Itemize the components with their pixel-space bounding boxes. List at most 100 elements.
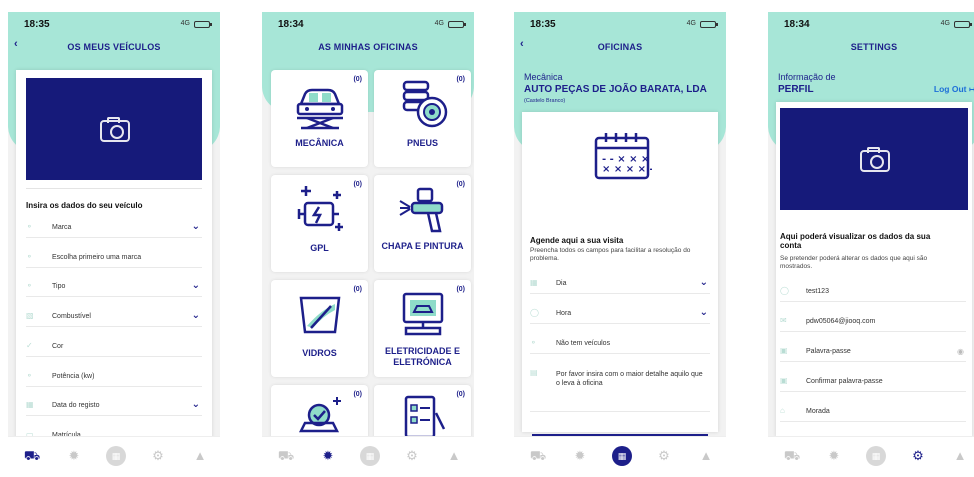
logout-label: Log Out [933, 84, 967, 94]
bell-tab-icon[interactable]: ▲ [950, 446, 970, 466]
hour-select[interactable]: ◯ Hora ⌄ [530, 304, 710, 324]
vehicle-form-card: Insira os dados do seu veículo ⚬ Marca ⌄… [16, 70, 212, 446]
workshop-tab-icon[interactable]: ▦ [612, 446, 632, 466]
workshop-tab-icon[interactable]: ▦ [360, 446, 380, 466]
tile-vidros[interactable]: (0) VIDROS [271, 280, 368, 377]
battery-icon [448, 21, 466, 28]
tile-eletricidade[interactable]: (0) ELETRICIDADE E ELETRÓNICA [374, 280, 471, 377]
registration-date-label: Data do registo [52, 402, 100, 409]
network-indicator: 4G [180, 20, 190, 27]
workshop-location: (Castelo Branco) [524, 98, 566, 104]
car-icon: ⚬ [26, 252, 33, 261]
description-placeholder: Por favor insira com o maior detalhe aqu… [556, 371, 703, 387]
power-label: Potência (kw) [52, 373, 95, 380]
profile-card: Aqui poderá visualizar os dados da sua c… [776, 102, 972, 437]
brand-select[interactable]: ⚬ Marca ⌄ [26, 218, 202, 238]
logout-button[interactable]: Log Out ↦ [934, 84, 974, 95]
form-section-title: Insira os dados do seu veículo [26, 201, 143, 210]
tab-bar: ⛟ ✹ ▦ ⚙ ▲ [768, 436, 974, 474]
calendar-illustration-icon: - - × × × × × × × - [594, 133, 652, 180]
vehicle-photo-upload[interactable] [26, 78, 202, 180]
svg-text:× × × × -: × × × × - [602, 164, 652, 175]
tile-count: (0) [353, 391, 362, 398]
tile-count: (0) [353, 76, 362, 83]
settings-tab-icon[interactable]: ⚙ [908, 446, 928, 466]
car-tab-icon[interactable]: ⛟ [782, 446, 802, 466]
description-textarea[interactable]: ▤ Por favor insira com o maior detalhe a… [530, 364, 710, 412]
vehicle-label: Não tem veículos [556, 340, 611, 347]
phone-settings: 18:34 4G SETTINGS Informação de PERFIL L… [768, 12, 974, 474]
page-title: AS MINHAS OFICINAS [318, 42, 418, 52]
tile-count: (0) [456, 286, 465, 293]
bell-tab-icon[interactable]: ▲ [696, 446, 716, 466]
settings-tab-icon[interactable]: ⚙ [654, 446, 674, 466]
registration-date-select[interactable]: ▦ Data do registo ⌄ [26, 396, 202, 416]
tile-count: (0) [353, 286, 362, 293]
address-placeholder: Morada [806, 408, 830, 415]
model-field[interactable]: ⚬ Escolha primeiro uma marca [26, 248, 202, 268]
car-tab-icon[interactable]: ⛟ [22, 446, 42, 466]
fuel-select[interactable]: ▧ Combustível ⌄ [26, 307, 202, 327]
camera-icon [100, 117, 130, 142]
car-tab-icon[interactable]: ⛟ [528, 446, 548, 466]
password-field[interactable]: ▣ Palavra-passe ◉ [780, 342, 966, 362]
tile-gpl[interactable]: (0) GPL [271, 175, 368, 272]
workshop-category: Mecânica [524, 72, 563, 82]
car-tab-icon[interactable]: ⛟ [276, 446, 296, 466]
bell-tab-icon[interactable]: ▲ [444, 446, 464, 466]
mail-icon: ✉ [780, 316, 787, 325]
status-time: 18:35 [530, 19, 556, 30]
battery-icon [954, 21, 972, 28]
tile-count: (0) [353, 181, 362, 188]
vehicle-select[interactable]: ⚬ Não tem veículos [530, 334, 710, 354]
booking-section-subtitle: Preencha todos os campos para facilitar … [530, 247, 691, 262]
fuel-icon: ▧ [26, 311, 34, 320]
address-field[interactable]: ⌂ Morada [780, 402, 966, 422]
workshop-tab-icon[interactable]: ▦ [106, 446, 126, 466]
profile-section-title: Aqui poderá visualizar os dados da sua c… [780, 232, 931, 250]
workshop-tab-icon[interactable]: ▦ [866, 446, 886, 466]
tab-bar: ⛟ ✹ ▦ ⚙ ▲ [8, 436, 220, 474]
color-field[interactable]: ✓ Cor [26, 337, 202, 357]
settings-tab-icon[interactable]: ⚙ [148, 446, 168, 466]
calendar-icon: ▦ [26, 400, 34, 409]
network-indicator: 4G [434, 20, 444, 27]
tire-tab-icon[interactable]: ✹ [64, 446, 84, 466]
tire-tab-icon[interactable]: ✹ [824, 446, 844, 466]
battery-icon [700, 21, 718, 28]
tab-bar: ⛟ ✹ ▦ ⚙ ▲ [514, 436, 726, 474]
tile-label: VIDROS [302, 348, 337, 358]
booking-section-title: Agende aqui a sua visita [530, 236, 624, 245]
day-select[interactable]: ▦ Dia ⌄ [530, 274, 710, 294]
eye-icon[interactable]: ◉ [957, 347, 964, 356]
status-time: 18:34 [278, 19, 304, 30]
tile-label: GPL [310, 243, 329, 253]
phone-my-vehicles: 18:35 4G ‹ OS MEUS VEÍCULOS Insira os da… [8, 12, 220, 474]
workshop-name: AUTO PEÇAS DE JOÃO BARATA, LDA [524, 84, 707, 95]
tile-chapa-pintura[interactable]: (0) CHAPA E PINTURA [374, 175, 471, 272]
email-value: pdw05064@jiooq.com [806, 318, 876, 325]
power-field[interactable]: ⚬ Potência (kw) [26, 367, 202, 387]
type-select[interactable]: ⚬ Tipo ⌄ [26, 277, 202, 297]
username-field[interactable]: ◯ test123 [780, 282, 966, 302]
tire-tab-icon[interactable]: ✹ [318, 446, 338, 466]
status-time: 18:35 [24, 19, 50, 30]
confirm-password-field[interactable]: ▣ Confirmar palavra-passe [780, 372, 966, 392]
profile-section-subtitle: Se pretender poderá alterar os dados que… [780, 255, 928, 270]
bell-tab-icon[interactable]: ▲ [190, 446, 210, 466]
profile-photo-upload[interactable] [780, 108, 968, 210]
car-icon: ⚬ [26, 371, 33, 380]
message-icon: ▤ [530, 368, 538, 377]
logout-icon: ↦ [968, 84, 974, 94]
tile-mecanica[interactable]: (0) MECÂNICA [271, 70, 368, 167]
calendar-icon: ▦ [530, 278, 538, 287]
profile-section-label: Informação de [778, 72, 836, 82]
tile-pneus[interactable]: (0) PNEUS [374, 70, 471, 167]
network-indicator: 4G [940, 20, 950, 27]
profile-heading: PERFIL [778, 84, 814, 95]
lock-icon: ▣ [780, 376, 788, 385]
user-icon: ◯ [780, 286, 789, 295]
tire-tab-icon[interactable]: ✹ [570, 446, 590, 466]
settings-tab-icon[interactable]: ⚙ [402, 446, 422, 466]
email-field[interactable]: ✉ pdw05064@jiooq.com [780, 312, 966, 332]
